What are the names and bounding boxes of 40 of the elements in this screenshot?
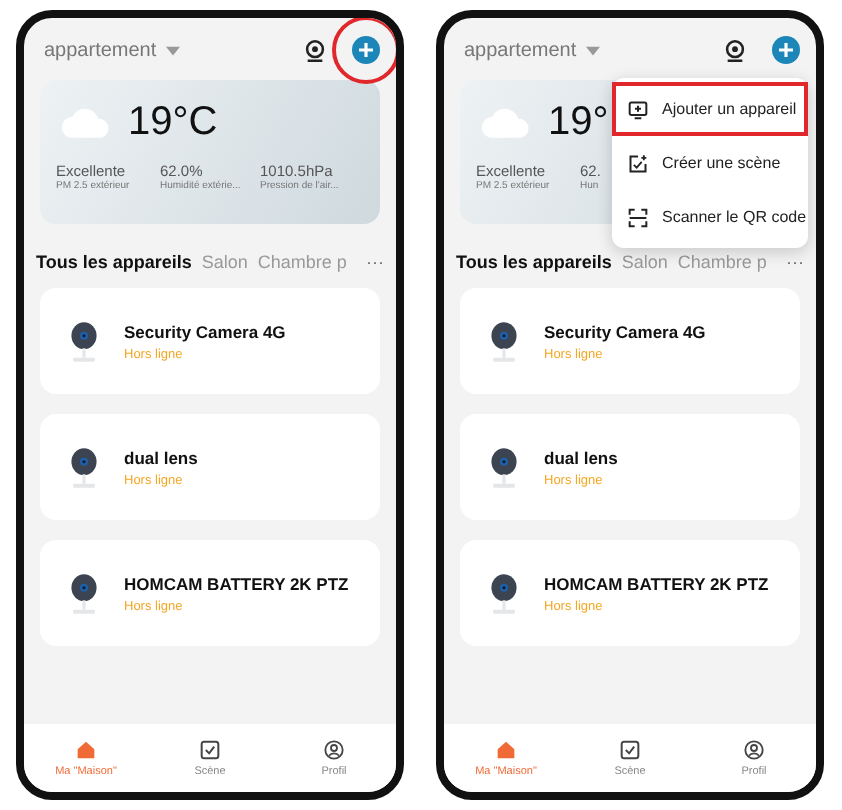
camera-device-icon [68,319,100,363]
home-icon [76,739,96,759]
room-tab[interactable]: Tous les appareils [456,252,612,272]
location-selector[interactable]: appartement [44,39,157,61]
camera-device-icon [488,571,520,615]
camera-icon[interactable] [304,39,326,61]
edit-icon [628,153,648,173]
cloud-icon [480,107,532,139]
add-icon[interactable] [772,36,800,64]
camera-device-icon [488,319,520,363]
camera-device-icon [68,445,100,489]
profile-icon [744,739,764,759]
device-name: Security Camera 4G [124,321,286,341]
menu-item[interactable]: Scanner le QR code [612,190,808,244]
caret-icon [166,45,181,55]
scan-icon [628,207,648,227]
device-add-icon [628,99,648,119]
camera-device-icon [68,571,100,615]
device-name: HOMCAM BATTERY 2K PTZ [544,573,769,593]
device-name: Security Camera 4G [544,321,706,341]
menu-item[interactable]: Créer une scène [612,136,808,190]
device-name: HOMCAM BATTERY 2K PTZ [124,573,349,593]
cloud-icon [60,107,112,139]
room-tab[interactable]: Tous les appareils [36,252,192,272]
checkbox-icon [620,739,640,759]
home-icon [496,739,516,759]
add-icon[interactable] [352,36,380,64]
device-name: dual lens [544,447,618,467]
camera-device-icon [488,445,520,489]
checkbox-icon [200,739,220,759]
menu-item[interactable]: Ajouter un appareil [612,82,808,136]
temperature: 19° [548,100,609,146]
more-button[interactable]: ··· [786,252,804,272]
caret-icon [586,45,601,55]
temperature: 19°C [128,100,218,146]
camera-icon[interactable] [724,39,746,61]
profile-icon [324,739,344,759]
location-selector[interactable]: appartement [464,39,577,61]
device-name: dual lens [124,447,198,467]
more-button[interactable]: ··· [366,252,384,272]
